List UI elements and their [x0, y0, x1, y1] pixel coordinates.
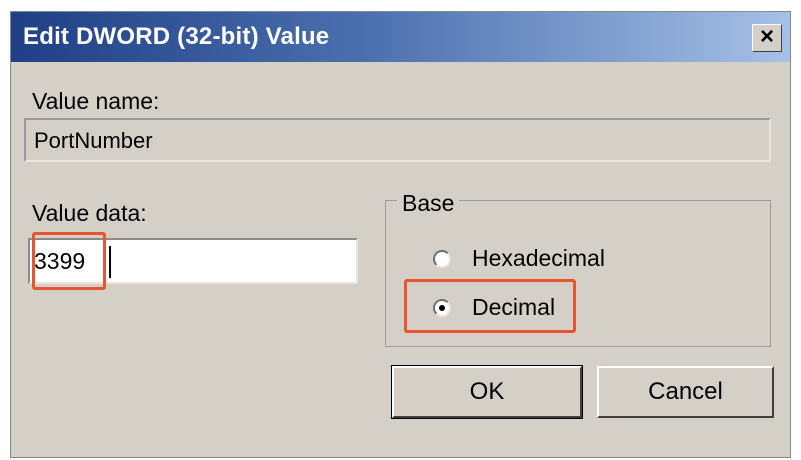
- hexadecimal-radio[interactable]: [433, 250, 451, 268]
- ok-button[interactable]: OK: [391, 365, 583, 419]
- decimal-highlight: [404, 279, 576, 333]
- value-name-label: Value name:: [32, 88, 160, 114]
- hexadecimal-label[interactable]: Hexadecimal: [472, 245, 605, 272]
- value-name-field: PortNumber: [24, 118, 771, 162]
- close-button[interactable]: ×: [752, 24, 782, 52]
- title-bar[interactable]: Edit DWORD (32-bit) Value ×: [11, 12, 790, 62]
- value-name-text: PortNumber: [34, 128, 153, 153]
- text-caret: [109, 246, 111, 278]
- base-legend: Base: [397, 190, 460, 217]
- value-data-label: Value data:: [32, 200, 147, 226]
- cancel-button[interactable]: Cancel: [597, 366, 774, 418]
- close-icon: ×: [759, 23, 774, 50]
- dialog-title: Edit DWORD (32-bit) Value: [23, 23, 330, 50]
- value-data-highlight: [32, 232, 106, 290]
